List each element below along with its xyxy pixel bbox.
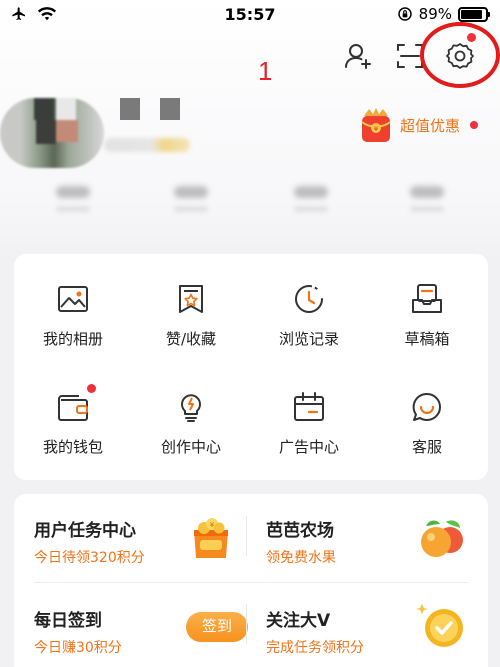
tool-photo-album[interactable]: 我的相册 [14, 282, 132, 349]
user-level-redacted [104, 138, 190, 152]
task-subtitle: 领免费水果 [266, 550, 336, 566]
tool-favorites[interactable]: 赞/收藏 [132, 282, 250, 349]
tool-label: 我的钱包 [42, 438, 103, 456]
task-subtitle: 今日赚30积分 [34, 640, 122, 656]
check-badge-icon [416, 604, 463, 647]
divider [246, 604, 247, 644]
svg-text:¥: ¥ [374, 125, 379, 133]
red-packet-icon: ¥ [361, 108, 391, 142]
add-friend-icon[interactable] [342, 40, 374, 72]
wallet-icon [58, 395, 88, 421]
wallet-badge [87, 384, 96, 393]
username-redacted-2 [160, 98, 180, 120]
tool-label: 创作中心 [160, 438, 221, 456]
task-user-center[interactable]: 用户任务中心 今日待领320积分 [34, 516, 145, 567]
tool-label: 我的相册 [42, 330, 103, 348]
rotation-lock-icon [397, 7, 412, 21]
coin-bag-icon: ¥ [194, 518, 228, 558]
tool-label: 客服 [411, 438, 442, 456]
battery-icon [458, 6, 490, 22]
tool-customer-service[interactable]: 客服 [368, 390, 486, 457]
tool-creator-center[interactable]: 创作中心 [132, 390, 250, 457]
svg-text:¥: ¥ [210, 521, 215, 529]
task-follow-v[interactable]: 关注大V 完成任务领积分 [266, 606, 364, 657]
tool-label: 赞/收藏 [165, 330, 217, 348]
ad-center-icon [294, 392, 324, 421]
favorites-icon [179, 285, 203, 313]
promo-button[interactable]: ¥ 超值优惠 [356, 106, 479, 144]
history-icon [295, 285, 323, 313]
task-title: 每日签到 [34, 611, 102, 631]
tool-drafts[interactable]: 草稿箱 [368, 282, 486, 349]
photo-album-icon [58, 286, 88, 312]
tool-label: 浏览记录 [278, 330, 339, 348]
task-subtitle: 今日待领320积分 [34, 550, 145, 566]
drafts-icon [412, 284, 442, 313]
fruit-icon [421, 520, 463, 557]
annotation-circle [420, 22, 500, 88]
divider [34, 582, 468, 583]
task-baba-farm[interactable]: 芭芭农场 领免费水果 [266, 516, 336, 567]
status-right: 89% [397, 5, 490, 23]
task-title: 芭芭农场 [266, 521, 334, 541]
tools-card: 我的相册 赞/收藏 浏览记录 草稿箱 我的钱包 创作中心 广告中心 客服 [14, 254, 488, 480]
stats-row-redacted [0, 186, 500, 216]
annotation-number: 1 [258, 56, 273, 86]
avatar[interactable] [0, 98, 104, 168]
tool-label: 广告中心 [278, 438, 339, 456]
tool-label: 草稿箱 [404, 330, 450, 348]
status-bar: 15:57 89% [0, 0, 500, 30]
tasks-card: 用户任务中心 今日待领320积分 ¥ 芭芭农场 领免费水果 每日签到 今日赚30… [14, 494, 488, 667]
promo-badge [470, 121, 479, 129]
divider [246, 516, 247, 556]
task-subtitle: 完成任务领积分 [266, 640, 364, 656]
tool-wallet[interactable]: 我的钱包 [14, 384, 132, 457]
task-title: 关注大V [266, 611, 331, 631]
promo-label: 超值优惠 [400, 116, 461, 135]
creator-center-icon [181, 394, 201, 422]
customer-service-icon [412, 392, 441, 421]
task-daily-signin[interactable]: 每日签到 今日赚30积分 [34, 606, 122, 657]
tool-ad-center[interactable]: 广告中心 [250, 390, 368, 457]
task-title: 用户任务中心 [34, 521, 136, 541]
signin-button[interactable]: 签到 [186, 612, 248, 642]
battery-percent: 89% [418, 5, 452, 23]
username-redacted [120, 98, 140, 120]
tool-history[interactable]: 浏览记录 [250, 282, 368, 349]
